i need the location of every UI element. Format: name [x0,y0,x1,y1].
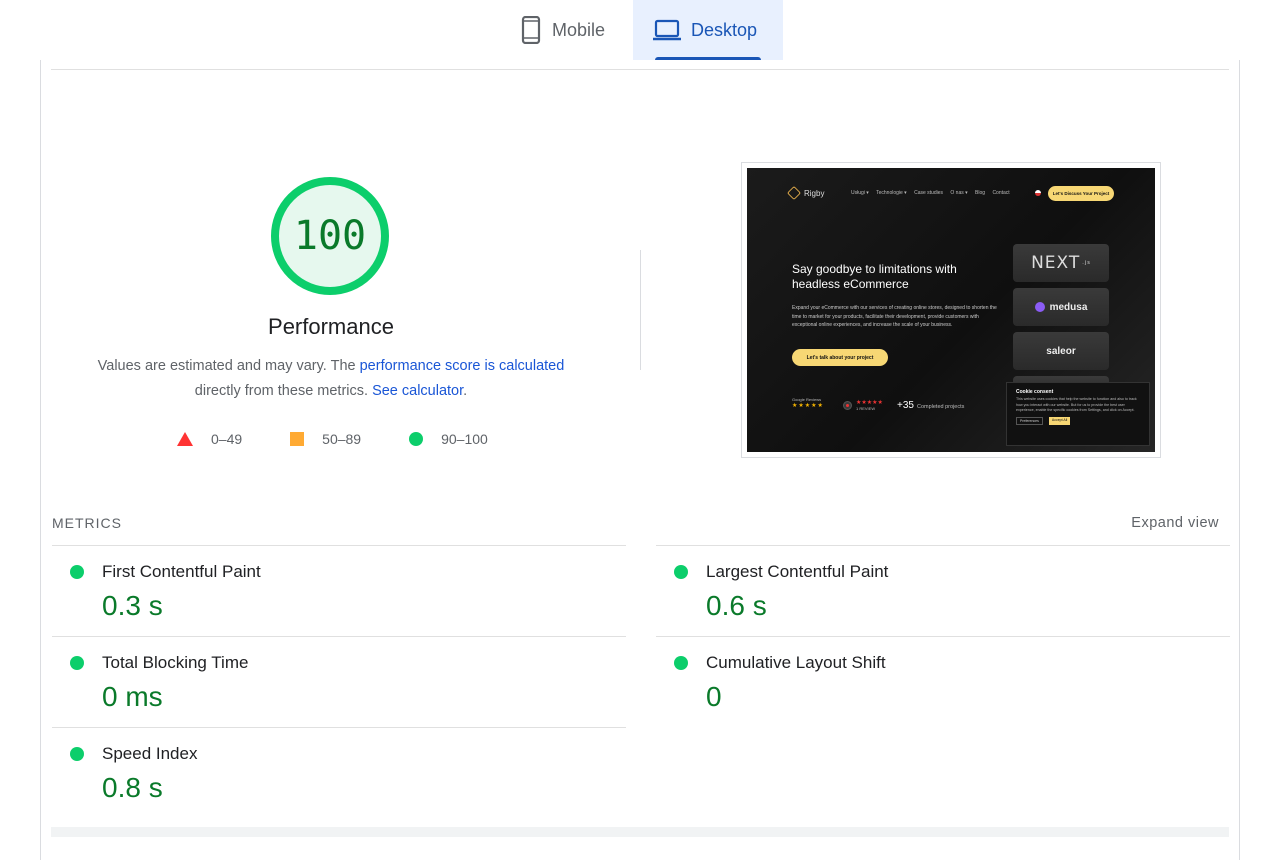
description-period: . [463,383,468,399]
legend-fail-range: 0–49 [211,431,243,447]
cookie-consent: Cookie consent This website uses cookies… [1006,382,1150,446]
device-tabs: Mobile Desktop [0,0,1280,60]
google-reviews: Google Reviews ★★★★★ [792,397,824,409]
completed-number: +35 [897,400,914,411]
description-text: Values are estimated and may vary. The [97,358,360,374]
report-card: 100 Performance Values are estimated and… [40,60,1240,860]
saleor-logo: saleor [1013,332,1109,370]
performance-gauge: 100 [270,176,390,296]
thumb-nav: Usługi ▾ Technologie ▾ Case studies O na… [851,190,1016,196]
cookie-text: This website uses cookies that help the … [1016,397,1137,412]
metric-name: Cumulative Layout Shift [706,653,886,672]
divider [51,69,1229,70]
metric-name: Largest Contentful Paint [706,562,889,581]
tab-desktop[interactable]: Desktop [633,0,783,60]
saleor-text: saleor [1046,345,1076,357]
cookie-preferences: Preferences [1016,416,1043,425]
legend-pass-range: 90–100 [441,431,488,447]
performance-score: 100 [293,213,367,259]
pass-circle-icon [70,565,84,579]
metric-total-blocking-time: Total Blocking Time 0 ms [52,637,626,727]
thumb-cta: Let's Discuss Your Project [1048,186,1114,201]
metric-value: 0.6 s [706,590,767,621]
flag-icon [1035,190,1041,196]
pass-circle-icon [674,656,688,670]
star-rating-red: ★★★★★ [856,400,883,406]
thumb-nav-item: Technologie ▾ [876,190,907,196]
description-text-2: directly from these metrics. [194,383,373,399]
pass-circle-icon [70,656,84,670]
metric-value: 0.3 s [102,590,163,621]
nextjs-logo: NEXT .js [1013,244,1109,282]
legend-average-range: 50–89 [322,431,362,447]
thumb-headline: Say goodbye to limitations with headless… [792,262,957,291]
thumb-logo: Rigby [786,185,825,201]
expand-view-toggle[interactable]: Expand view [1131,515,1219,531]
legend-pass: 90–100 [409,431,488,447]
thumb-nav-item: O nas ▾ [950,190,968,196]
nextjs-text: NEXT [1031,253,1081,273]
star-rating: ★★★★★ [792,403,824,409]
review-badge: ★★★★★ 1 REVIEW [843,399,883,411]
nextjs-suffix: .js [1082,260,1091,266]
thumb-paragraph: Expand your eCommerce with our services … [792,305,997,328]
metric-name: Total Blocking Time [102,653,249,672]
medusa-logo: medusa [1013,288,1109,326]
metric-largest-contentful-paint: Largest Contentful Paint 0.6 s [656,546,1230,636]
smartphone-icon [520,16,542,44]
metric-speed-index: Speed Index 0.8 s [52,728,626,818]
final-screenshot: Rigby Usługi ▾ Technologie ▾ Case studie… [741,162,1161,458]
legend-average: 50–89 [290,431,361,447]
see-calculator-link[interactable]: See calculator [372,383,463,399]
review-icon [843,400,852,410]
metric-cumulative-layout-shift: Cumulative Layout Shift 0 [656,637,1230,727]
vertical-divider [640,250,641,370]
tab-mobile[interactable]: Mobile [506,0,632,60]
thumb-nav-item: Case studies [914,190,943,196]
tab-mobile-label: Mobile [552,19,606,40]
square-icon [290,432,305,446]
circle-icon [409,432,424,446]
completed-label: Completed projects [916,404,965,410]
section-footer-bar [51,827,1229,837]
completed-projects: +35 Completed projects [897,400,964,411]
cookie-title: Cookie consent [1016,389,1054,395]
legend-fail: 0–49 [177,431,242,447]
triangle-icon [177,432,193,446]
thumb-nav-item: Contact [992,190,1010,196]
score-calculated-link[interactable]: performance score is calculated [360,358,565,374]
metric-value: 0 [706,681,722,712]
cookie-accept: Accept All [1048,416,1071,425]
tab-desktop-label: Desktop [691,19,758,40]
medusa-text: medusa [1049,301,1088,313]
score-legend: 0–49 50–89 90–100 [177,430,536,448]
cookie-buttons: Preferences Accept All [1016,416,1140,425]
metric-first-contentful-paint: First Contentful Paint 0.3 s [52,546,626,636]
thumb-brand: Rigby [804,188,825,198]
thumb-nav-item: Usługi ▾ [851,190,869,196]
pass-circle-icon [674,565,688,579]
metric-value: 0 ms [102,681,163,712]
metric-name: First Contentful Paint [102,562,261,581]
performance-description: Values are estimated and may vary. The p… [81,354,581,404]
hexagon-icon [786,185,802,201]
medusa-icon [1034,302,1045,312]
metrics-heading: METRICS [52,515,122,531]
performance-title: Performance [268,314,394,339]
thumb-button: Let's talk about your project [792,349,888,366]
screenshot-image: Rigby Usługi ▾ Technologie ▾ Case studie… [747,168,1155,452]
pass-circle-icon [70,747,84,761]
laptop-icon [653,19,681,41]
review-count: 1 REVIEW [856,406,876,411]
thumb-nav-item: Blog [975,190,986,196]
metric-value: 0.8 s [102,772,163,803]
metric-name: Speed Index [102,744,198,763]
